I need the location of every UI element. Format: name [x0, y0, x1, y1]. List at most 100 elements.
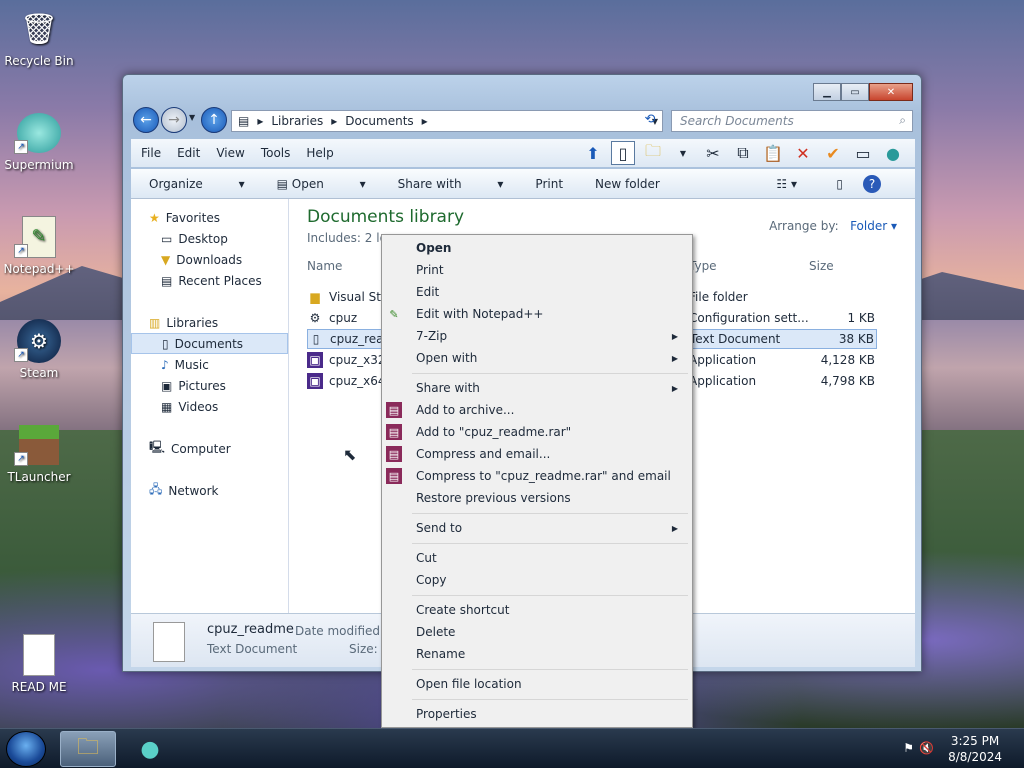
- volume-muted-icon[interactable]: 🔇: [919, 741, 934, 755]
- column-header-size[interactable]: Size: [809, 259, 834, 273]
- menu-separator: [412, 699, 688, 700]
- nav-item-desktop[interactable]: ▭ Desktop: [131, 228, 288, 249]
- maximize-button[interactable]: ▭: [841, 83, 869, 101]
- ctx-compress-and-email[interactable]: Compress and email...: [416, 443, 686, 465]
- nav-item-downloads[interactable]: ▼ Downloads: [131, 249, 288, 270]
- history-dropdown-icon[interactable]: ▼: [189, 113, 195, 122]
- star-icon: ★: [149, 210, 160, 225]
- search-input[interactable]: Search Documents ⌕: [671, 110, 913, 132]
- cpuz-app-icon: ▣: [307, 373, 323, 389]
- taskbar-explorer-icon[interactable]: 🗀: [60, 731, 116, 767]
- properties-icon[interactable]: ▭: [851, 141, 875, 165]
- ctx-send-to[interactable]: Send to ▶: [416, 517, 686, 539]
- desktop-icon-tlauncher[interactable]: ↗ TLauncher: [2, 422, 76, 484]
- nav-item-videos[interactable]: ▦ Videos: [131, 396, 288, 417]
- ctx-cut[interactable]: Cut: [416, 547, 686, 569]
- clock[interactable]: 3:25 PM 8/8/2024: [948, 733, 1002, 765]
- help-icon[interactable]: ?: [863, 174, 881, 193]
- menu-tools[interactable]: Tools: [261, 146, 291, 160]
- back-button[interactable]: ←: [133, 107, 159, 133]
- nav-label: Favorites: [165, 210, 220, 225]
- share-with-button[interactable]: Share with ▾: [398, 177, 504, 191]
- nav-computer[interactable]: 🖳 Computer: [131, 438, 288, 459]
- ctx-edit-with-notepad-plus-plus[interactable]: Edit with Notepad++: [416, 303, 686, 325]
- library-includes-link[interactable]: Includes: 2 lo: [307, 231, 387, 245]
- dropdown-icon[interactable]: ▼: [671, 141, 695, 165]
- desktop-icon-steam[interactable]: ⚙ ↗ Steam: [2, 318, 76, 380]
- supermium-toolbar-icon[interactable]: ●: [881, 141, 905, 165]
- file-type: Configuration sett...: [689, 311, 809, 325]
- libraries-icon: ▥: [149, 315, 161, 330]
- copy-icon[interactable]: ⧉: [731, 141, 755, 165]
- column-header-type[interactable]: Type: [689, 259, 717, 273]
- start-button[interactable]: [6, 731, 46, 767]
- ctx-7zip[interactable]: 7-Zip ▶: [416, 325, 686, 347]
- share-label: Share with: [397, 176, 462, 191]
- ctx-compress-to-rar-and-email[interactable]: Compress to "cpuz_readme.rar" and email: [416, 465, 686, 487]
- ctx-add-to-rar[interactable]: Add to "cpuz_readme.rar": [416, 421, 686, 443]
- search-icon[interactable]: ⌕: [899, 113, 906, 128]
- breadcrumb-documents[interactable]: Documents: [345, 114, 413, 128]
- desktop-icon-recycle-bin[interactable]: 🗑 Recycle Bin: [2, 6, 76, 69]
- address-bar[interactable]: ▤ ▸ Libraries ▸ Documents ▸ ▼: [231, 110, 663, 132]
- ctx-create-shortcut[interactable]: Create shortcut: [416, 599, 686, 621]
- nav-item-recent-places[interactable]: ▤ Recent Places: [131, 270, 288, 291]
- action-center-icon[interactable]: ⚑: [903, 741, 914, 755]
- ctx-print[interactable]: Print: [416, 259, 686, 281]
- nav-item-documents[interactable]: ▯ Documents: [131, 333, 288, 354]
- ctx-copy[interactable]: Copy: [416, 569, 686, 591]
- refresh-icon[interactable]: ⟲: [639, 112, 661, 130]
- breadcrumb-separator-icon: ▸: [257, 114, 264, 128]
- folders-icon[interactable]: 🗀: [641, 141, 665, 165]
- ctx-restore-previous-versions[interactable]: Restore previous versions: [416, 487, 686, 509]
- desktop-icon-label: READ ME: [11, 680, 67, 694]
- desktop-icon-supermium[interactable]: ↗ Supermium: [2, 110, 76, 172]
- ctx-properties[interactable]: Properties: [416, 703, 686, 725]
- desktop-icon-read-me[interactable]: READ ME: [2, 632, 76, 694]
- taskbar-supermium-icon[interactable]: ●: [122, 731, 178, 767]
- arrange-dropdown[interactable]: Folder ▾: [850, 219, 897, 233]
- ctx-delete[interactable]: Delete: [416, 621, 686, 643]
- preview-pane-toggle-icon[interactable]: ▯: [836, 177, 843, 191]
- winrar-icon: ▤: [386, 402, 402, 418]
- nav-network[interactable]: 🖧 Network: [131, 480, 288, 501]
- nav-item-music[interactable]: ♪ Music: [131, 354, 288, 375]
- ctx-share-with[interactable]: Share with ▶: [416, 377, 686, 399]
- breadcrumb-separator-icon: ▸: [421, 114, 428, 128]
- menu-help[interactable]: Help: [306, 146, 333, 160]
- minimize-button[interactable]: ▁: [813, 83, 841, 101]
- check-icon[interactable]: ✔: [821, 141, 845, 165]
- delete-icon[interactable]: ✕: [791, 141, 815, 165]
- cut-icon[interactable]: ✂: [701, 141, 725, 165]
- breadcrumb-libraries[interactable]: Libraries: [271, 114, 323, 128]
- ctx-rename[interactable]: Rename: [416, 643, 686, 665]
- print-button[interactable]: Print: [535, 177, 563, 191]
- organize-button[interactable]: Organize ▾: [149, 177, 245, 191]
- up-button[interactable]: ↑: [201, 107, 227, 133]
- nav-favorites[interactable]: ★ Favorites: [131, 207, 288, 228]
- column-header-name[interactable]: Name: [307, 259, 342, 273]
- close-button[interactable]: ✕: [869, 83, 913, 101]
- open-button[interactable]: ▤ Open ▾: [277, 177, 366, 191]
- nav-libraries[interactable]: ▥ Libraries: [131, 312, 288, 333]
- menu-file[interactable]: File: [141, 146, 161, 160]
- preview-pane-icon[interactable]: ▯: [611, 141, 635, 165]
- desktop-icon-notepad-plus-plus[interactable]: ✎ ↗ Notepad++: [2, 214, 76, 276]
- ctx-open-with[interactable]: Open with ▶: [416, 347, 686, 369]
- menu-view[interactable]: View: [216, 146, 244, 160]
- menu-edit[interactable]: Edit: [177, 146, 200, 160]
- network-icon: 🖧: [149, 482, 163, 496]
- up-folder-icon[interactable]: ⬆: [581, 141, 605, 165]
- ctx-open[interactable]: Open: [416, 237, 686, 259]
- ctx-open-file-location[interactable]: Open file location: [416, 673, 686, 695]
- text-document-icon: ▯: [312, 332, 320, 346]
- arrange-value: Folder: [850, 219, 888, 233]
- forward-button[interactable]: →: [161, 107, 187, 133]
- new-folder-button[interactable]: New folder: [595, 177, 660, 191]
- paste-icon[interactable]: 📋: [761, 141, 785, 165]
- ctx-add-to-archive[interactable]: Add to archive...: [416, 399, 686, 421]
- view-options-icon[interactable]: ☷ ▾: [776, 177, 797, 191]
- ctx-edit[interactable]: Edit: [416, 281, 686, 303]
- file-size: 4,798 KB: [820, 374, 875, 388]
- nav-item-pictures[interactable]: ▣ Pictures: [131, 375, 288, 396]
